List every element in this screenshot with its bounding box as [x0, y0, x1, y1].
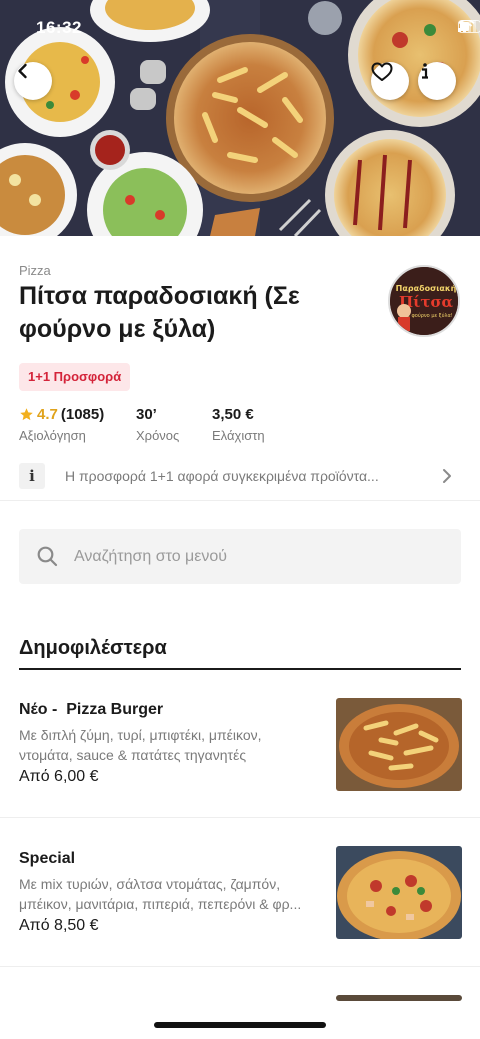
menu-item-price: Από 6,00 € [19, 768, 99, 785]
info-icon: i [19, 463, 45, 489]
menu-item[interactable]: Special Με mix τυριών, σάλτσα ντομάτας, … [0, 832, 480, 966]
hero-image: 16:32 [0, 0, 480, 236]
menu-item-image-peek [336, 995, 462, 1001]
favorite-button[interactable] [371, 62, 409, 100]
offer-notice-text: Η προσφορά 1+1 αφορά συγκεκριμένα προϊόν… [65, 468, 379, 484]
chevron-left-icon [18, 63, 27, 79]
star-icon [20, 408, 33, 421]
rating-label: Αξιολόγηση [19, 428, 86, 443]
menu-search-bar[interactable] [19, 529, 461, 584]
logo-image: Παραδοσιακή Πίτσα ...σε φούρνο με ξύλα! [390, 267, 458, 335]
section-underline [19, 668, 461, 670]
rating-stat[interactable]: 4.7 (1085) Αξιολόγηση [19, 406, 104, 443]
delivery-time-label: Χρόνος [136, 428, 180, 443]
menu-item-name: Special [19, 850, 76, 867]
minimum-order-value: 3,50 € [212, 406, 254, 423]
menu-item-price: Από 8,50 € [19, 917, 99, 934]
section-title-popular: Δημοφιλέστερα [19, 637, 167, 659]
divider [0, 500, 480, 501]
offer-badge[interactable]: 1+1 Προσφορά [19, 363, 131, 391]
minimum-order-stat: 3,50 € Ελάχιστη [212, 406, 265, 443]
rating-value: 4.7 [37, 406, 58, 423]
menu-item-description: Με διπλή ζύμη, τυρί, μπιφτέκι, μπέικον, … [19, 727, 262, 763]
battery-icon [458, 20, 480, 33]
logo-text-top: Παραδοσιακή [396, 284, 457, 293]
info-icon [422, 63, 428, 79]
restaurant-category: Pizza [19, 263, 51, 278]
menu-item[interactable]: Νέο - Pizza Burger Με διπλή ζύμη, τυρί, … [0, 683, 480, 817]
menu-search-input[interactable] [74, 547, 434, 566]
menu-item-name: Νέο - Pizza Burger [19, 701, 164, 718]
home-indicator[interactable] [154, 1022, 326, 1028]
heart-icon [371, 62, 393, 81]
delivery-time-value: 30’ [136, 406, 157, 423]
menu-item-description: Με mix τυριών, σάλτσα ντομάτας, ζαμπόν, … [19, 876, 302, 912]
search-icon [37, 546, 58, 567]
restaurant-name: Πίτσα παραδοσιακή (Σε φούρνο με ξύλα) [19, 282, 300, 343]
minimum-order-label: Ελάχιστη [212, 428, 265, 443]
divider [0, 966, 480, 967]
chevron-right-icon [443, 469, 451, 483]
divider [0, 817, 480, 818]
back-button[interactable] [14, 62, 52, 100]
rating-count: (1085) [60, 406, 105, 423]
menu-item-image [336, 846, 462, 939]
info-button[interactable] [418, 62, 456, 100]
menu-item-image [336, 698, 462, 791]
offer-notice-row[interactable]: i Η προσφορά 1+1 αφορά συγκεκριμένα προϊ… [19, 461, 461, 491]
restaurant-logo: Παραδοσιακή Πίτσα ...σε φούρνο με ξύλα! [388, 265, 460, 337]
delivery-time-stat: 30’ Χρόνος [136, 406, 179, 443]
status-time: 16:32 [36, 18, 82, 37]
